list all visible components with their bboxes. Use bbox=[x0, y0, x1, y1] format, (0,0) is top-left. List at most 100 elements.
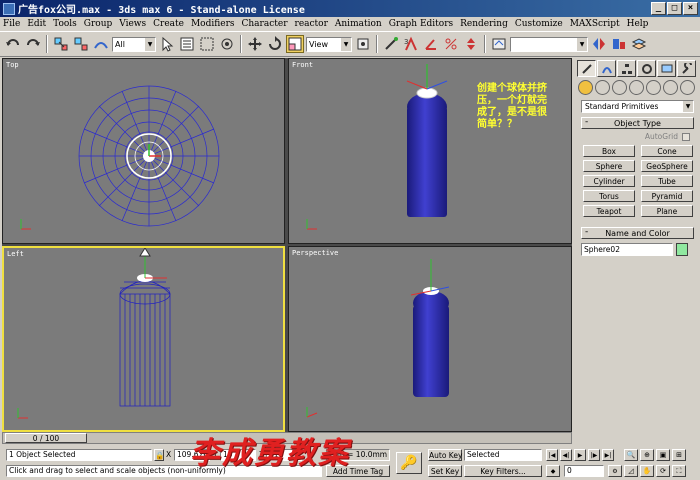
x-coordinate-field[interactable]: 109.676 bbox=[174, 449, 210, 461]
z-coordinate-field[interactable]: 219 bbox=[266, 449, 302, 461]
sphere-button[interactable]: Sphere bbox=[583, 160, 635, 172]
add-time-tag-button[interactable]: Add Time Tag bbox=[326, 465, 390, 477]
set-key-button[interactable]: Set Key bbox=[428, 465, 462, 477]
tube-button[interactable]: Tube bbox=[641, 175, 693, 187]
modify-tab-icon[interactable] bbox=[597, 60, 616, 77]
zoom-all-icon[interactable]: ⊕ bbox=[640, 449, 654, 461]
select-and-manipulate-icon[interactable] bbox=[382, 35, 400, 53]
name-and-color-rollout-header[interactable]: - Name and Color bbox=[581, 227, 694, 239]
key-filters-button[interactable]: Key Filters... bbox=[464, 465, 542, 477]
viewport-front[interactable]: Front 创建个球体并挤 压，一个灯就完 成了，是不是很 简单？？ bbox=[288, 58, 572, 244]
object-type-rollout-header[interactable]: - Object Type bbox=[581, 117, 694, 129]
key-mode-toggle-icon[interactable]: ◆ bbox=[546, 465, 560, 477]
rectangular-selection-icon[interactable] bbox=[198, 35, 216, 53]
viewport-top[interactable]: Top bbox=[2, 58, 285, 244]
time-slider-thumb[interactable]: 0 / 100 bbox=[5, 433, 87, 443]
select-and-move-icon[interactable] bbox=[246, 35, 264, 53]
shapes-icon[interactable] bbox=[595, 80, 610, 95]
key-icon[interactable]: 🔑 bbox=[396, 452, 422, 474]
minimize-button[interactable]: _ bbox=[651, 2, 666, 15]
box-button[interactable]: Box bbox=[583, 145, 635, 157]
motion-tab-icon[interactable] bbox=[637, 60, 656, 77]
space-warps-icon[interactable] bbox=[663, 80, 678, 95]
field-of-view-icon[interactable]: ◿ bbox=[624, 465, 638, 477]
menu-character[interactable]: Character bbox=[242, 19, 288, 29]
pan-icon[interactable]: ✋ bbox=[640, 465, 654, 477]
menu-customize[interactable]: Customize bbox=[515, 19, 563, 29]
named-selection-dropdown[interactable]: ▼ bbox=[510, 36, 588, 52]
spinner-snap-icon[interactable] bbox=[462, 35, 480, 53]
object-color-swatch[interactable] bbox=[676, 243, 688, 256]
object-name-input[interactable] bbox=[581, 243, 673, 256]
go-to-start-icon[interactable]: |◀ bbox=[546, 449, 558, 461]
maximize-viewport-icon[interactable]: ⛶ bbox=[672, 465, 686, 477]
menu-views[interactable]: Views bbox=[119, 19, 146, 29]
previous-frame-icon[interactable]: ◀| bbox=[560, 449, 572, 461]
align-icon[interactable] bbox=[610, 35, 628, 53]
redo-icon[interactable] bbox=[24, 35, 42, 53]
menu-file[interactable]: File bbox=[3, 19, 20, 29]
lights-icon[interactable] bbox=[612, 80, 627, 95]
unlink-icon[interactable] bbox=[72, 35, 90, 53]
select-and-link-icon[interactable] bbox=[52, 35, 70, 53]
create-tab-icon[interactable] bbox=[577, 60, 596, 77]
go-to-end-icon[interactable]: ▶| bbox=[602, 449, 614, 461]
menu-reactor[interactable]: reactor bbox=[295, 19, 328, 29]
close-button[interactable]: × bbox=[683, 2, 698, 15]
edit-named-selections-icon[interactable] bbox=[490, 35, 508, 53]
y-coordinate-field[interactable]: 10 bbox=[220, 449, 256, 461]
zoom-extents-icon[interactable]: ▣ bbox=[656, 449, 670, 461]
menu-create[interactable]: Create bbox=[153, 19, 184, 29]
viewport-perspective[interactable]: Perspective bbox=[288, 246, 572, 432]
select-and-scale-icon[interactable] bbox=[286, 35, 304, 53]
menu-group[interactable]: Group bbox=[84, 19, 112, 29]
menu-tools[interactable]: Tools bbox=[53, 19, 77, 29]
menu-edit[interactable]: Edit bbox=[27, 19, 46, 29]
menu-modifiers[interactable]: Modifiers bbox=[191, 19, 235, 29]
mirror-icon[interactable] bbox=[590, 35, 608, 53]
helpers-icon[interactable] bbox=[646, 80, 661, 95]
cameras-icon[interactable] bbox=[629, 80, 644, 95]
menu-help[interactable]: Help bbox=[627, 19, 649, 29]
plane-button[interactable]: Plane bbox=[641, 205, 693, 217]
layer-manager-icon[interactable] bbox=[630, 35, 648, 53]
display-tab-icon[interactable] bbox=[657, 60, 676, 77]
percent-snap-icon[interactable] bbox=[442, 35, 460, 53]
viewport-left[interactable]: Left bbox=[2, 246, 285, 432]
menu-animation[interactable]: Animation bbox=[335, 19, 382, 29]
undo-icon[interactable] bbox=[4, 35, 22, 53]
geosphere-button[interactable]: GeoSphere bbox=[641, 160, 693, 172]
window-crossing-icon[interactable] bbox=[218, 35, 236, 53]
menu-graph-editors[interactable]: Graph Editors bbox=[389, 19, 453, 29]
next-frame-icon[interactable]: |▶ bbox=[588, 449, 600, 461]
select-object-icon[interactable] bbox=[158, 35, 176, 53]
arc-rotate-icon[interactable]: ⟳ bbox=[656, 465, 670, 477]
select-and-rotate-icon[interactable] bbox=[266, 35, 284, 53]
zoom-extents-all-icon[interactable]: ⊞ bbox=[672, 449, 686, 461]
bind-space-warp-icon[interactable] bbox=[92, 35, 110, 53]
time-configuration-icon[interactable]: ⚙ bbox=[608, 465, 622, 477]
select-by-name-icon[interactable] bbox=[178, 35, 196, 53]
utilities-tab-icon[interactable] bbox=[677, 60, 696, 77]
zoom-icon[interactable]: 🔍 bbox=[624, 449, 638, 461]
hierarchy-tab-icon[interactable] bbox=[617, 60, 636, 77]
torus-button[interactable]: Torus bbox=[583, 190, 635, 202]
teapot-button[interactable]: Teapot bbox=[583, 205, 635, 217]
primitive-category-dropdown[interactable]: Standard Primitives ▼ bbox=[581, 100, 694, 113]
systems-icon[interactable] bbox=[680, 80, 695, 95]
maximize-button[interactable]: □ bbox=[667, 2, 682, 15]
geometry-icon[interactable] bbox=[578, 80, 593, 95]
current-frame-field[interactable]: 0 bbox=[564, 465, 604, 477]
time-slider[interactable]: 0 / 100 bbox=[2, 432, 572, 444]
selection-filter-dropdown[interactable]: All ▼ bbox=[112, 36, 156, 52]
menu-maxscript[interactable]: MAXScript bbox=[570, 19, 620, 29]
key-mode-dropdown[interactable]: Selected bbox=[464, 449, 542, 461]
menu-rendering[interactable]: Rendering bbox=[460, 19, 508, 29]
lock-selection-icon[interactable]: 🔒 bbox=[154, 449, 164, 461]
reference-coordinate-dropdown[interactable]: View ▼ bbox=[306, 36, 352, 52]
angle-snap-icon[interactable] bbox=[422, 35, 440, 53]
cylinder-button[interactable]: Cylinder bbox=[583, 175, 635, 187]
cone-button[interactable]: Cone bbox=[641, 145, 693, 157]
play-icon[interactable]: ▶ bbox=[574, 449, 586, 461]
use-pivot-center-icon[interactable] bbox=[354, 35, 372, 53]
